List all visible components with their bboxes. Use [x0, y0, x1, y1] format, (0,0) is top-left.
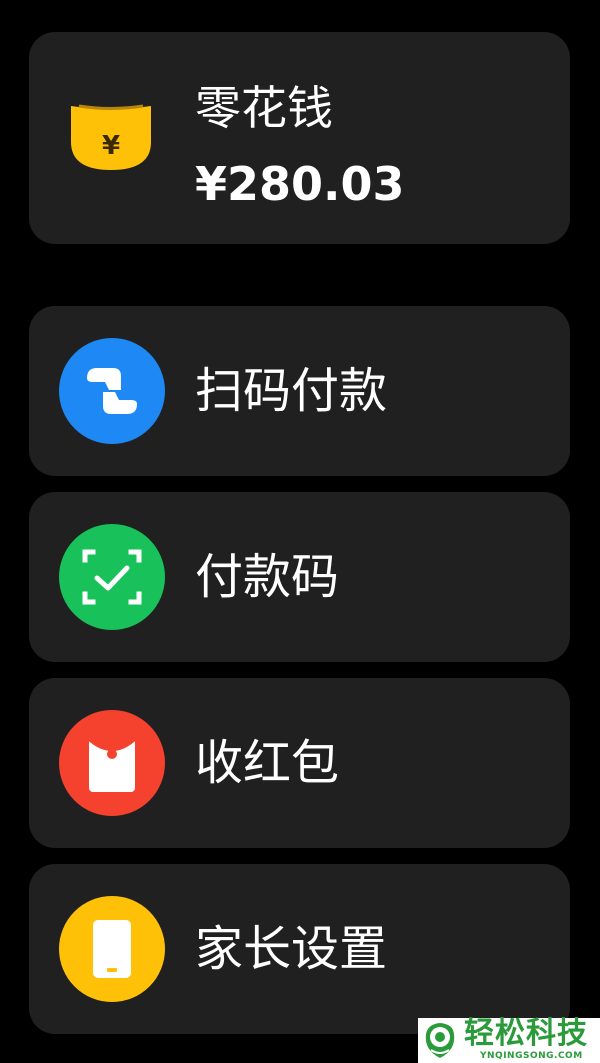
- scan-pay-icon: [59, 338, 165, 444]
- watermark-title: 轻松科技: [464, 1016, 588, 1051]
- red-envelope-icon: [59, 710, 165, 816]
- menu-label-parent-settings: 家长设置: [195, 921, 388, 977]
- watermark-logo-icon: [420, 1020, 460, 1060]
- wallet-title: 零花钱: [195, 81, 333, 135]
- wallet-yen-icon: ¥: [69, 102, 153, 172]
- svg-text:¥: ¥: [102, 131, 120, 161]
- wallet-balance: ¥280.03: [195, 157, 405, 211]
- scan-pay-button[interactable]: 扫码付款: [29, 306, 570, 476]
- wallet-screen: ¥ 零花钱 ¥280.03 扫码付款 付款码 收红包 家长设置 轻松科技 YNQ…: [0, 0, 600, 1063]
- site-watermark: 轻松科技 YNQINGSONG.COM: [418, 1016, 600, 1063]
- menu-label-scan-pay: 扫码付款: [195, 363, 388, 419]
- payment-code-button[interactable]: 付款码: [29, 492, 570, 662]
- payment-code-icon: [59, 524, 165, 630]
- parent-settings-button[interactable]: 家长设置: [29, 864, 570, 1034]
- red-envelope-button[interactable]: 收红包: [29, 678, 570, 848]
- parent-settings-icon: [59, 896, 165, 1002]
- wallet-balance-card[interactable]: ¥ 零花钱 ¥280.03: [29, 32, 570, 244]
- menu-label-red-envelope: 收红包: [195, 735, 340, 791]
- menu-label-payment-code: 付款码: [195, 549, 340, 605]
- watermark-subtitle: YNQINGSONG.COM: [480, 1051, 583, 1061]
